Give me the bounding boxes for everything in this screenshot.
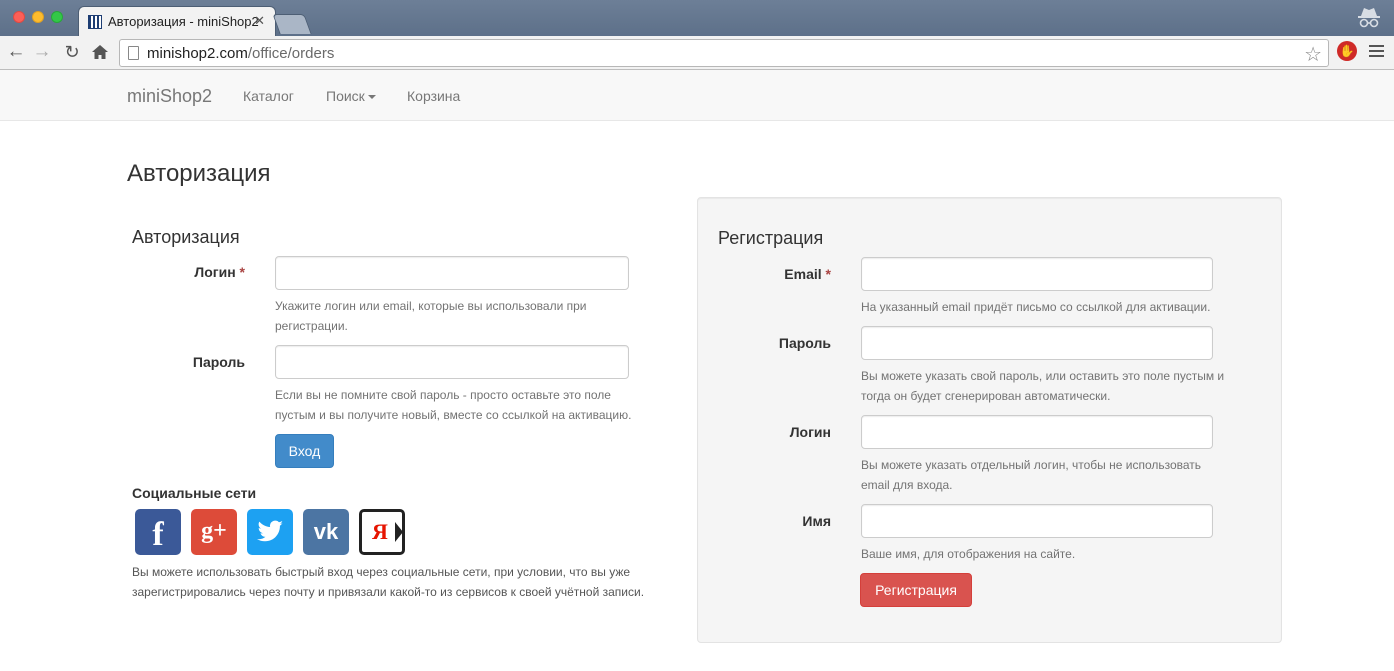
password-help-text: Если вы не помните свой пароль - просто …	[275, 388, 632, 422]
site-navbar: miniShop2 Каталог Поиск Корзина	[0, 70, 1394, 121]
login-input[interactable]	[275, 256, 629, 290]
vkontakte-icon[interactable]: vk	[303, 509, 349, 555]
extension-hand-icon[interactable]: ✋	[1337, 41, 1357, 61]
name-help-text: Ваше имя, для отображения на сайте.	[861, 547, 1076, 561]
new-tab-button[interactable]	[272, 14, 312, 34]
reg-password-input[interactable]	[861, 326, 1213, 360]
name-field-label: Имя	[802, 513, 831, 529]
window-maximize-button[interactable]	[51, 11, 63, 23]
site-brand-link[interactable]: miniShop2	[127, 86, 212, 107]
twitter-icon[interactable]	[247, 509, 293, 555]
browser-menu-icon[interactable]	[1369, 45, 1384, 60]
address-bar[interactable]: minishop2.com/office/orders ☆	[119, 39, 1329, 67]
password-field-label: Пароль	[192, 354, 245, 370]
login-field-label: Логин *	[194, 264, 245, 280]
browser-tab-active[interactable]: Авторизация - miniShop2 ✕	[78, 6, 276, 36]
username-help-text: Вы можете указать отдельный логин, чтобы…	[861, 458, 1202, 492]
tab-close-icon[interactable]: ✕	[254, 13, 265, 29]
incognito-icon	[1358, 8, 1380, 28]
reg-password-field-label: Пароль	[778, 335, 831, 351]
username-input[interactable]	[861, 415, 1213, 449]
social-help-text: Вы можете использовать быстрый вход чере…	[132, 565, 645, 599]
reload-icon[interactable]: ↻	[60, 40, 84, 64]
forward-arrow-icon[interactable]: →	[30, 40, 54, 64]
facebook-icon[interactable]: f	[135, 509, 181, 555]
url-text: minishop2.com/office/orders	[147, 45, 335, 62]
username-field-label: Логин	[789, 424, 831, 440]
nav-item-catalog[interactable]: Каталог	[243, 88, 294, 104]
home-icon[interactable]	[88, 40, 112, 64]
window-close-button[interactable]	[13, 11, 25, 23]
browser-toolbar: ← → ↻ minishop2.com/office/orders ☆	[0, 36, 1394, 70]
window-minimize-button[interactable]	[32, 11, 44, 23]
reg-password-help-text: Вы можете указать свой пароль, или остав…	[861, 369, 1225, 403]
page-title: Авторизация	[127, 160, 271, 187]
back-arrow-icon[interactable]: ←	[4, 40, 28, 64]
login-section-title: Авторизация	[132, 227, 240, 247]
nav-item-search[interactable]: Поиск	[326, 88, 376, 104]
email-help-text: На указанный email придёт письмо со ссыл…	[861, 300, 1211, 314]
name-input[interactable]	[861, 504, 1213, 538]
email-input[interactable]	[861, 257, 1213, 291]
google-plus-icon[interactable]: g+	[191, 509, 237, 555]
registration-section-title: Регистрация	[718, 228, 824, 248]
page-icon	[128, 46, 139, 60]
register-submit-button[interactable]: Регистрация	[860, 573, 972, 607]
bookmark-star-icon[interactable]: ☆	[1304, 42, 1322, 67]
yandex-icon[interactable]: Я	[359, 509, 405, 555]
nav-item-cart[interactable]: Корзина	[407, 88, 460, 104]
social-title: Социальные сети	[132, 485, 257, 501]
login-help-text: Укажите логин или email, которые вы испо…	[275, 299, 587, 333]
login-submit-button[interactable]: Вход	[275, 434, 334, 468]
email-field-label: Email *	[784, 266, 831, 282]
password-input[interactable]	[275, 345, 629, 379]
site-favicon-icon	[88, 15, 102, 29]
tab-title: Авторизация - miniShop2	[108, 14, 259, 29]
browser-titlebar: Авторизация - miniShop2 ✕	[0, 0, 1394, 36]
caret-down-icon	[367, 95, 376, 100]
